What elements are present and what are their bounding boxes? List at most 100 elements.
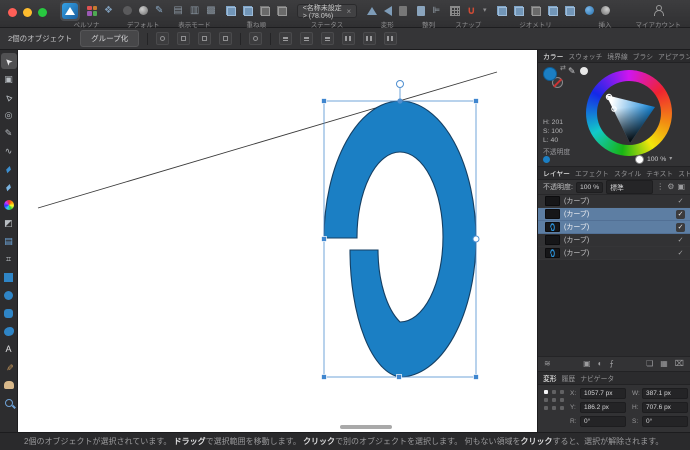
boolean-divide-icon[interactable] (548, 6, 558, 16)
opacity-dropdown-icon[interactable]: ▾ (669, 156, 672, 162)
opacity-slider[interactable] (553, 156, 639, 163)
canvas-horizontal-scrollbar[interactable] (340, 425, 392, 429)
layer-visibility-checkbox[interactable]: ✓ (676, 210, 685, 219)
rotate-ccw-icon[interactable] (399, 6, 407, 16)
delete-layer-icon[interactable]: ⌧ (675, 360, 684, 368)
view-mode-vector-icon[interactable]: ▤ (173, 6, 182, 16)
move-forward-icon[interactable] (243, 6, 253, 16)
transform-objects-separately-icon[interactable] (198, 32, 211, 45)
ellipse-tool[interactable] (1, 287, 17, 303)
bottom-right-handle[interactable] (474, 375, 479, 380)
tab-swatches[interactable]: スウォッチ (568, 51, 602, 61)
tab-text[interactable]: テキスト (646, 168, 673, 178)
move-to-back-icon[interactable] (277, 6, 287, 16)
boolean-intersect-icon[interactable] (531, 6, 541, 16)
text-tool[interactable]: A (1, 341, 17, 357)
paint-brush-tool[interactable]: ▰ (1, 161, 17, 177)
blend-options-gear-icon[interactable]: ⚙ (667, 183, 674, 191)
layer-row-selected[interactable]: (カーブ) ✓ (538, 221, 690, 234)
insert-behind-icon[interactable] (585, 6, 594, 15)
zoom-window-button[interactable] (38, 8, 47, 17)
mask-layer-icon[interactable]: ▣ (583, 360, 591, 368)
rounded-rectangle-tool[interactable] (1, 305, 17, 321)
boolean-subtract-icon[interactable] (514, 6, 524, 16)
move-tool[interactable]: ➤ (1, 53, 17, 69)
insert-on-top-icon[interactable] (601, 6, 610, 15)
flip-horizontal-icon[interactable] (384, 6, 392, 16)
rotation-handle[interactable] (397, 81, 404, 88)
layer-row-selected[interactable]: (カーブ) ✓ (538, 208, 690, 221)
cycle-selection-box-icon[interactable] (219, 32, 232, 45)
layer-visibility-checkbox[interactable]: ✓ (676, 223, 685, 232)
corner-tool[interactable]: ◎ (1, 107, 17, 123)
tab-color[interactable]: カラー (543, 51, 563, 61)
export-persona-button[interactable]: ❖ (104, 6, 113, 16)
vector-crop-tool[interactable]: ⌗ (1, 251, 17, 267)
vector-brush-tool[interactable]: ▰ (1, 179, 17, 195)
my-account-icon[interactable] (653, 5, 663, 16)
color-wheel[interactable] (586, 70, 672, 156)
tab-effects[interactable]: エフェクト (575, 168, 609, 178)
flip-vertical-icon[interactable] (367, 7, 377, 15)
top-center-handle[interactable] (397, 98, 402, 103)
rotation-field[interactable]: 0° (580, 416, 626, 427)
bottom-left-handle[interactable] (322, 375, 327, 380)
transparency-tool[interactable]: ◩ (1, 215, 17, 231)
node-tool[interactable]: ⊳ (1, 89, 17, 105)
close-document-icon[interactable]: × (347, 7, 352, 16)
bottom-center-handle[interactable] (397, 375, 402, 380)
tab-brushes[interactable]: ブラシ (633, 51, 653, 61)
spiral-curve-object[interactable] (324, 101, 476, 377)
anchor-point-selector[interactable] (544, 390, 564, 410)
tab-appearance[interactable]: アピアランス (658, 51, 690, 61)
align-left-icon[interactable] (279, 32, 292, 45)
right-middle-handle[interactable] (473, 236, 479, 242)
align-top-icon[interactable] (342, 32, 355, 45)
fill-color-well[interactable] (543, 67, 557, 81)
view-pan-tool[interactable] (1, 377, 17, 393)
align-center-icon[interactable] (300, 32, 313, 45)
layer-visibility-checkbox[interactable]: ✓ (676, 249, 685, 258)
default-style-icon[interactable] (123, 6, 132, 15)
adjustment-layer-icon[interactable]: ◐ (598, 360, 603, 368)
tab-navigator[interactable]: ナビゲータ (580, 373, 614, 383)
group-button[interactable]: グループ化 (80, 30, 139, 47)
align-bottom-icon[interactable] (384, 32, 397, 45)
tab-transform[interactable]: 変形 (543, 373, 557, 383)
fill-gradient-tool[interactable] (1, 197, 17, 213)
boolean-add-icon[interactable] (497, 6, 507, 16)
layer-visibility-checkbox[interactable]: ✓ (676, 197, 685, 206)
blend-stepper-icon[interactable]: ⋮ (656, 183, 664, 191)
noise-opacity-toggle-icon[interactable] (543, 156, 550, 163)
pixel-persona-button[interactable] (87, 6, 97, 16)
snap-grid-icon[interactable] (450, 6, 460, 16)
distribute-icon[interactable]: ⊫ (432, 6, 440, 15)
layer-effects-icon[interactable]: ⨍ (610, 360, 614, 368)
insertion-target-icon[interactable] (156, 32, 169, 45)
tab-styles[interactable]: スタイル (614, 168, 641, 178)
tab-stroke[interactable]: 境界線 (607, 51, 627, 61)
tab-stock[interactable]: ストック (678, 168, 690, 178)
layer-visibility-checkbox[interactable]: ✓ (676, 236, 685, 245)
layer-row[interactable]: (カーブ) ✓ (538, 195, 690, 208)
artboard-tool[interactable]: ▣ (1, 71, 17, 87)
group-layers-icon[interactable]: ▦ (660, 360, 668, 368)
document-canvas[interactable] (18, 50, 537, 432)
move-to-front-icon[interactable] (226, 6, 236, 16)
blend-mode-dropdown[interactable]: 標準 (606, 180, 653, 194)
width-field[interactable]: 387.1 px (642, 388, 688, 399)
boolean-combine-icon[interactable] (565, 6, 575, 16)
y-field[interactable]: 186.2 px (580, 402, 626, 413)
secondary-color-dot[interactable] (580, 67, 588, 75)
left-middle-handle[interactable] (322, 237, 327, 242)
zoom-tool[interactable] (1, 395, 17, 411)
tab-layers[interactable]: レイヤー (543, 168, 570, 178)
designer-persona-button[interactable] (60, 1, 80, 21)
swap-fill-stroke-icon[interactable]: ⇄ (560, 64, 566, 72)
shear-field[interactable]: 0° (642, 416, 688, 427)
height-field[interactable]: 707.6 px (642, 402, 688, 413)
view-mode-split-icon[interactable]: ▩ (206, 6, 215, 16)
stroke-pencil-icon[interactable]: ✎ (568, 66, 576, 77)
tab-history[interactable]: 履歴 (562, 373, 576, 383)
layer-row[interactable]: (カーブ) ✓ (538, 234, 690, 247)
